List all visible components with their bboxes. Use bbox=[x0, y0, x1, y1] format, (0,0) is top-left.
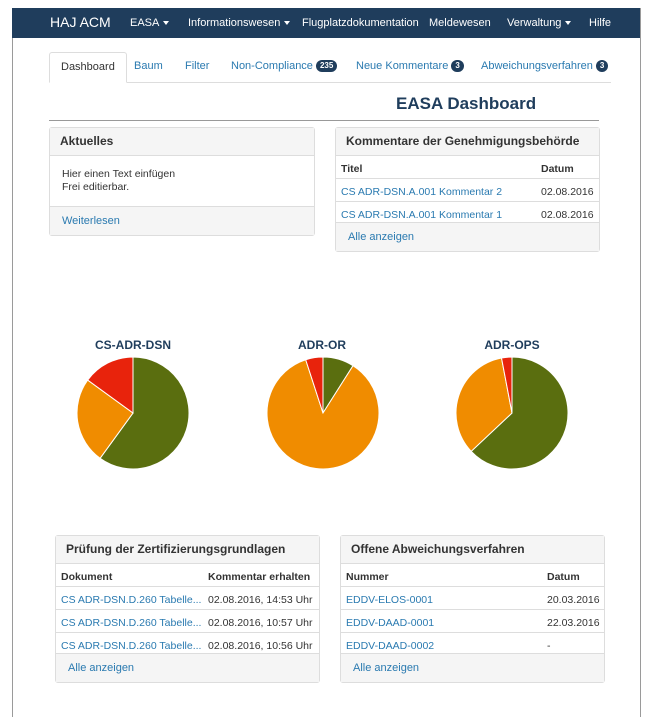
panel-footer: Alle anzeigen bbox=[341, 653, 604, 682]
dokument-link[interactable]: CS ADR-DSN.D.260 Tabelle... bbox=[61, 594, 201, 606]
table-row: EDDV-DAAD-0001 22.03.2016 bbox=[341, 610, 604, 633]
chevron-down-icon bbox=[284, 21, 291, 26]
page-title: EASA Dashboard bbox=[396, 94, 537, 113]
panel-title: Prüfung der Zertifizierungsgrundlagen bbox=[56, 536, 319, 564]
top-navbar: HAJ ACM EASA Informationswesen Flugplatz… bbox=[12, 8, 640, 38]
kommentar-link[interactable]: CS ADR-DSN.A.001 Kommentar 1 bbox=[341, 209, 502, 221]
panel-title: Offene Abweichungsverfahren bbox=[341, 536, 604, 564]
count-badge: 235 bbox=[315, 60, 338, 73]
kommentare-table: Titel Datum CS ADR-DSN.A.001 Kommentar 2… bbox=[336, 156, 599, 225]
tab-abweichungsverfahren[interactable]: Abweichungsverfahren 3 bbox=[481, 52, 609, 81]
tab-bar: Dashboard Baum Filter Non-Compliance 235 … bbox=[49, 52, 611, 83]
datum-cell: 02.08.2016 bbox=[541, 209, 594, 221]
tab-baum[interactable]: Baum bbox=[134, 52, 163, 81]
nav-informationswesen[interactable]: Informationswesen bbox=[188, 17, 291, 29]
panel-title: Kommentare der Genehmigungsbehörde bbox=[336, 128, 599, 156]
nav-meldewesen[interactable]: Meldewesen bbox=[429, 17, 491, 29]
pie-chart-adr-ops bbox=[455, 356, 569, 470]
tab-neue-kommentare[interactable]: Neue Kommentare 3 bbox=[356, 52, 464, 81]
title-divider bbox=[49, 120, 599, 121]
alle-anzeigen-link[interactable]: Alle anzeigen bbox=[353, 662, 419, 674]
table-header: Dokument Kommentar erhalten bbox=[56, 564, 319, 587]
tab-filter[interactable]: Filter bbox=[185, 52, 209, 81]
aktuelles-panel: Aktuelles Hier einen Text einfügen Frei … bbox=[49, 127, 315, 236]
weiterlesen-link[interactable]: Weiterlesen bbox=[62, 215, 120, 227]
datum-cell: 20.03.2016 bbox=[547, 594, 600, 606]
nav-easa[interactable]: EASA bbox=[130, 17, 170, 29]
nummer-link[interactable]: EDDV-DAAD-0001 bbox=[346, 617, 434, 629]
datum-cell: 02.08.2016 bbox=[541, 186, 594, 198]
tab-dashboard[interactable]: Dashboard bbox=[49, 52, 127, 83]
table-row: CS ADR-DSN.D.260 Tabelle... 02.08.2016, … bbox=[56, 587, 319, 610]
column-header-titel: Titel bbox=[341, 163, 363, 175]
panel-footer: Alle anzeigen bbox=[56, 653, 319, 682]
table-row: EDDV-ELOS-0001 20.03.2016 bbox=[341, 587, 604, 610]
pie-chart-cs-adr-dsn bbox=[76, 356, 190, 470]
datum-cell: - bbox=[547, 640, 551, 652]
kommentar-link[interactable]: CS ADR-DSN.A.001 Kommentar 2 bbox=[341, 186, 502, 198]
column-header-dokument: Dokument bbox=[61, 571, 113, 583]
panel-footer: Alle anzeigen bbox=[336, 222, 599, 251]
kommentar-cell: 02.08.2016, 10:56 Uhr bbox=[208, 640, 313, 652]
pie-chart-adr-or bbox=[266, 356, 380, 470]
tab-non-compliance[interactable]: Non-Compliance 235 bbox=[231, 52, 338, 81]
kommentar-cell: 02.08.2016, 10:57 Uhr bbox=[208, 617, 313, 629]
nav-hilfe[interactable]: Hilfe bbox=[589, 17, 611, 29]
nav-verwaltung[interactable]: Verwaltung bbox=[507, 17, 572, 29]
column-header-kommentar: Kommentar erhalten bbox=[208, 571, 311, 583]
panel-title: Aktuelles bbox=[50, 128, 314, 156]
chart-title: ADR-OPS bbox=[484, 338, 540, 352]
column-header-nummer: Nummer bbox=[346, 571, 389, 583]
panel-body: Hier einen Text einfügen Frei editierbar… bbox=[50, 156, 314, 208]
pruefung-table: Dokument Kommentar erhalten CS ADR-DSN.D… bbox=[56, 564, 319, 656]
kommentare-panel: Kommentare der Genehmigungsbehörde Titel… bbox=[335, 127, 600, 252]
table-row: CS ADR-DSN.A.001 Kommentar 2 02.08.2016 bbox=[336, 179, 599, 202]
body-text: Frei editierbar. bbox=[62, 181, 130, 193]
dokument-link[interactable]: CS ADR-DSN.D.260 Tabelle... bbox=[61, 617, 201, 629]
table-header: Titel Datum bbox=[336, 156, 599, 179]
panel-footer: Weiterlesen bbox=[50, 206, 314, 235]
nummer-link[interactable]: EDDV-DAAD-0002 bbox=[346, 640, 434, 652]
nav-flugplatzdokumentation[interactable]: Flugplatzdokumentation bbox=[302, 17, 419, 29]
table-header: Nummer Datum bbox=[341, 564, 604, 587]
abweichung-table: Nummer Datum EDDV-ELOS-0001 20.03.2016 E… bbox=[341, 564, 604, 656]
brand-logo[interactable]: HAJ ACM bbox=[50, 14, 111, 30]
kommentar-cell: 02.08.2016, 14:53 Uhr bbox=[208, 594, 313, 606]
body-text: Hier einen Text einfügen bbox=[62, 168, 176, 180]
chart-title: CS-ADR-DSN bbox=[95, 338, 171, 352]
column-header-datum: Datum bbox=[541, 163, 574, 175]
pruefung-panel: Prüfung der Zertifizierungsgrundlagen Do… bbox=[55, 535, 320, 683]
alle-anzeigen-link[interactable]: Alle anzeigen bbox=[68, 662, 134, 674]
abweichung-panel: Offene Abweichungsverfahren Nummer Datum… bbox=[340, 535, 605, 683]
count-badge: 3 bbox=[451, 60, 464, 73]
column-header-datum: Datum bbox=[547, 571, 580, 583]
chart-title: ADR-OR bbox=[298, 338, 346, 352]
alle-anzeigen-link[interactable]: Alle anzeigen bbox=[348, 231, 414, 243]
datum-cell: 22.03.2016 bbox=[547, 617, 600, 629]
table-row: CS ADR-DSN.D.260 Tabelle... 02.08.2016, … bbox=[56, 610, 319, 633]
chevron-down-icon bbox=[565, 21, 572, 26]
dokument-link[interactable]: CS ADR-DSN.D.260 Tabelle... bbox=[61, 640, 201, 652]
nummer-link[interactable]: EDDV-ELOS-0001 bbox=[346, 594, 433, 606]
chevron-down-icon bbox=[163, 21, 170, 26]
count-badge: 3 bbox=[595, 60, 609, 73]
